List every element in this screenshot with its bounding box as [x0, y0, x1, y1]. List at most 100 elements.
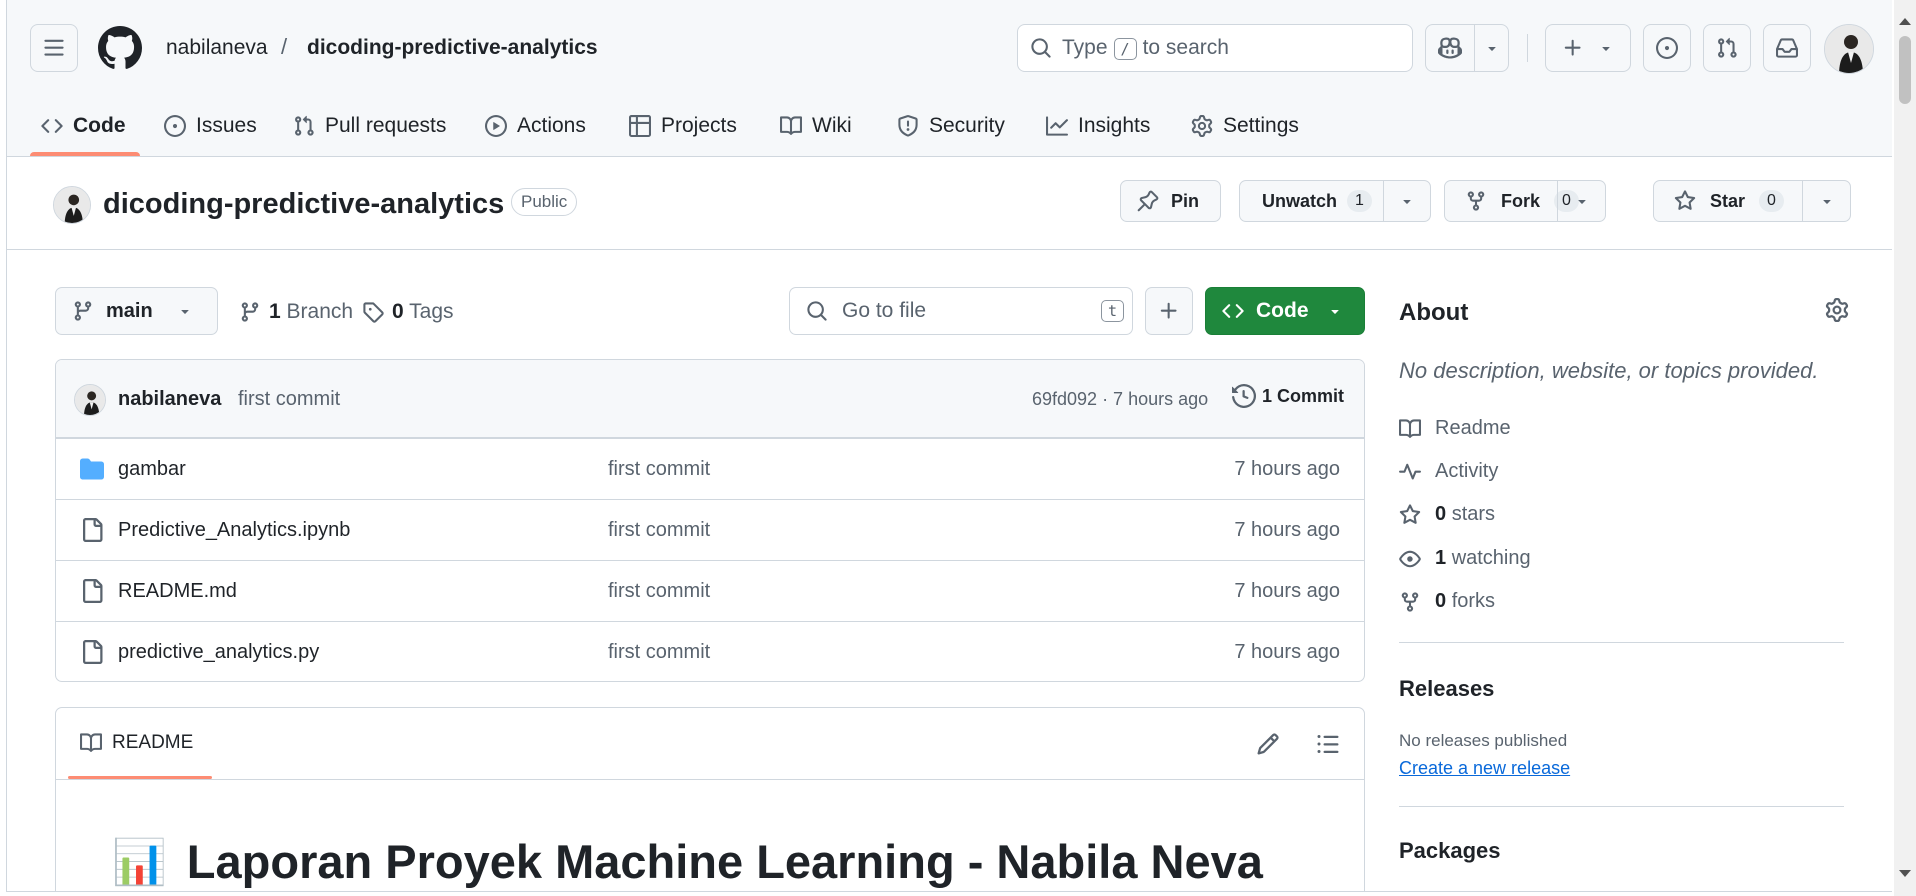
scrollbar-thumb[interactable]	[1899, 36, 1911, 104]
file-commit-time: 7 hours ago	[1234, 458, 1340, 480]
tag-icon	[363, 302, 384, 323]
file-row[interactable]: Predictive_Analytics.ipynb first commit …	[56, 499, 1364, 560]
tab-settings[interactable]: Settings	[1191, 96, 1299, 156]
branch-selector-button[interactable]: main	[55, 287, 218, 335]
commit-message[interactable]: first commit	[238, 388, 340, 411]
forks-link[interactable]: 0 forks	[1399, 590, 1495, 613]
page-scrollbar[interactable]	[1894, 0, 1916, 896]
inbox-icon	[1776, 38, 1798, 58]
branches-link[interactable]: 1 Branch	[239, 300, 353, 324]
sidebar-divider	[1399, 806, 1844, 807]
file-row[interactable]: README.md first commit 7 hours ago	[56, 560, 1364, 621]
avatar-figure-icon	[1825, 25, 1873, 73]
pull-requests-shortcut-button[interactable]	[1703, 24, 1751, 72]
sidebar-divider	[1399, 642, 1844, 643]
commit-author-avatar[interactable]	[74, 384, 106, 416]
triangle-down-icon	[181, 310, 189, 314]
file-name[interactable]: Predictive_Analytics.ipynb	[118, 519, 350, 542]
eye-icon	[1399, 550, 1421, 567]
forks-label: forks	[1451, 590, 1496, 612]
file-commit-message[interactable]: first commit	[608, 641, 710, 664]
copilot-button[interactable]	[1426, 25, 1474, 71]
code-dropdown-button[interactable]: Code	[1205, 287, 1365, 335]
star-button[interactable]: Star 0	[1654, 181, 1801, 221]
star-dropdown-button[interactable]	[1802, 181, 1850, 221]
visibility-badge: Public	[511, 188, 578, 216]
edit-about-button[interactable]	[1825, 298, 1849, 322]
unwatch-button[interactable]: Unwatch 1	[1240, 181, 1383, 221]
tag-label: Tags	[409, 300, 454, 323]
readme-header: README	[56, 708, 1364, 780]
commit-history-link[interactable]: 1 Commit	[1232, 384, 1344, 408]
tab-settings-label: Settings	[1223, 114, 1299, 137]
copilot-dropdown-button[interactable]	[1475, 25, 1509, 71]
create-release-link[interactable]: Create a new release	[1399, 758, 1570, 779]
go-to-file-shortcut: t	[1100, 300, 1124, 322]
forks-count: 0	[1435, 590, 1447, 612]
scroll-up-arrow-icon[interactable]	[1899, 18, 1911, 25]
commit-sha-time[interactable]: 69fd092 · 7 hours ago	[1032, 389, 1208, 410]
readme-tab-underline	[68, 776, 212, 779]
packages-heading[interactable]: Packages	[1399, 838, 1501, 864]
issues-shortcut-button[interactable]	[1643, 24, 1691, 72]
fork-button-group: Fork 0	[1444, 180, 1606, 222]
create-new-button[interactable]	[1545, 24, 1631, 72]
file-name[interactable]: README.md	[118, 580, 237, 603]
owner-avatar[interactable]	[53, 186, 91, 224]
breadcrumb-owner[interactable]: nabilaneva	[166, 36, 268, 60]
tags-link[interactable]: 0 Tags	[362, 300, 454, 324]
file-name[interactable]: gambar	[118, 458, 186, 481]
readme-link[interactable]: Readme	[1399, 417, 1511, 440]
code-icon	[41, 119, 63, 133]
file-name[interactable]: predictive_analytics.py	[118, 641, 319, 664]
tab-security[interactable]: Security	[897, 96, 1005, 156]
user-avatar[interactable]	[1824, 24, 1874, 74]
file-row[interactable]: gambar first commit 7 hours ago	[56, 438, 1364, 499]
tab-actions-label: Actions	[517, 114, 586, 137]
tab-security-label: Security	[929, 114, 1005, 137]
add-file-button[interactable]	[1145, 287, 1193, 335]
go-to-file-placeholder: Go to file	[842, 299, 927, 322]
triangle-down-icon	[1330, 310, 1339, 314]
file-commit-message[interactable]: first commit	[608, 580, 710, 603]
file-icon	[83, 579, 103, 603]
pull-request-icon	[1718, 37, 1737, 58]
watch-dropdown-button[interactable]	[1383, 181, 1430, 221]
readme-tab[interactable]: README	[80, 732, 193, 754]
github-logo-icon[interactable]	[98, 26, 142, 70]
menu-button[interactable]	[30, 24, 78, 72]
tab-code[interactable]: Code	[41, 96, 126, 156]
file-commit-message[interactable]: first commit	[608, 519, 710, 542]
tab-actions[interactable]: Actions	[485, 96, 586, 156]
tab-projects[interactable]: Projects	[629, 96, 737, 156]
repo-name[interactable]: dicoding-predictive-analytics	[103, 188, 504, 221]
tab-issues[interactable]: Issues	[164, 96, 257, 156]
fork-dropdown-button[interactable]	[1557, 181, 1605, 221]
branch-label: Branch	[286, 300, 354, 323]
gear-icon	[1191, 115, 1213, 137]
avatar-figure-icon	[54, 187, 90, 223]
global-search-input[interactable]: Type / to search	[1017, 24, 1413, 72]
search-text-before: Type	[1062, 36, 1108, 59]
stars-link[interactable]: 0 stars	[1399, 503, 1495, 526]
pencil-icon[interactable]	[1256, 732, 1280, 756]
plus-icon	[1564, 39, 1581, 56]
tab-pull-requests[interactable]: Pull requests	[293, 96, 446, 156]
file-commit-message[interactable]: first commit	[608, 458, 710, 481]
file-row[interactable]: predictive_analytics.py first commit 7 h…	[56, 621, 1364, 681]
git-branch-icon	[74, 301, 92, 321]
git-branch-icon	[241, 302, 259, 322]
commit-author[interactable]: nabilaneva	[118, 388, 221, 411]
tab-insights[interactable]: Insights	[1046, 96, 1150, 156]
list-outline-icon[interactable]	[1316, 732, 1340, 756]
releases-heading[interactable]: Releases	[1399, 676, 1494, 702]
tab-wiki[interactable]: Wiki	[780, 96, 852, 156]
pin-button[interactable]: Pin	[1120, 180, 1221, 222]
scroll-down-arrow-icon[interactable]	[1899, 870, 1911, 877]
go-to-file-input[interactable]: Go to file t	[789, 287, 1133, 335]
breadcrumb-repo[interactable]: dicoding-predictive-analytics	[307, 36, 598, 60]
watching-link[interactable]: 1 watching	[1399, 547, 1531, 570]
activity-link[interactable]: Activity	[1399, 460, 1498, 483]
copilot-button-group	[1425, 24, 1509, 72]
inbox-button[interactable]	[1763, 24, 1811, 72]
